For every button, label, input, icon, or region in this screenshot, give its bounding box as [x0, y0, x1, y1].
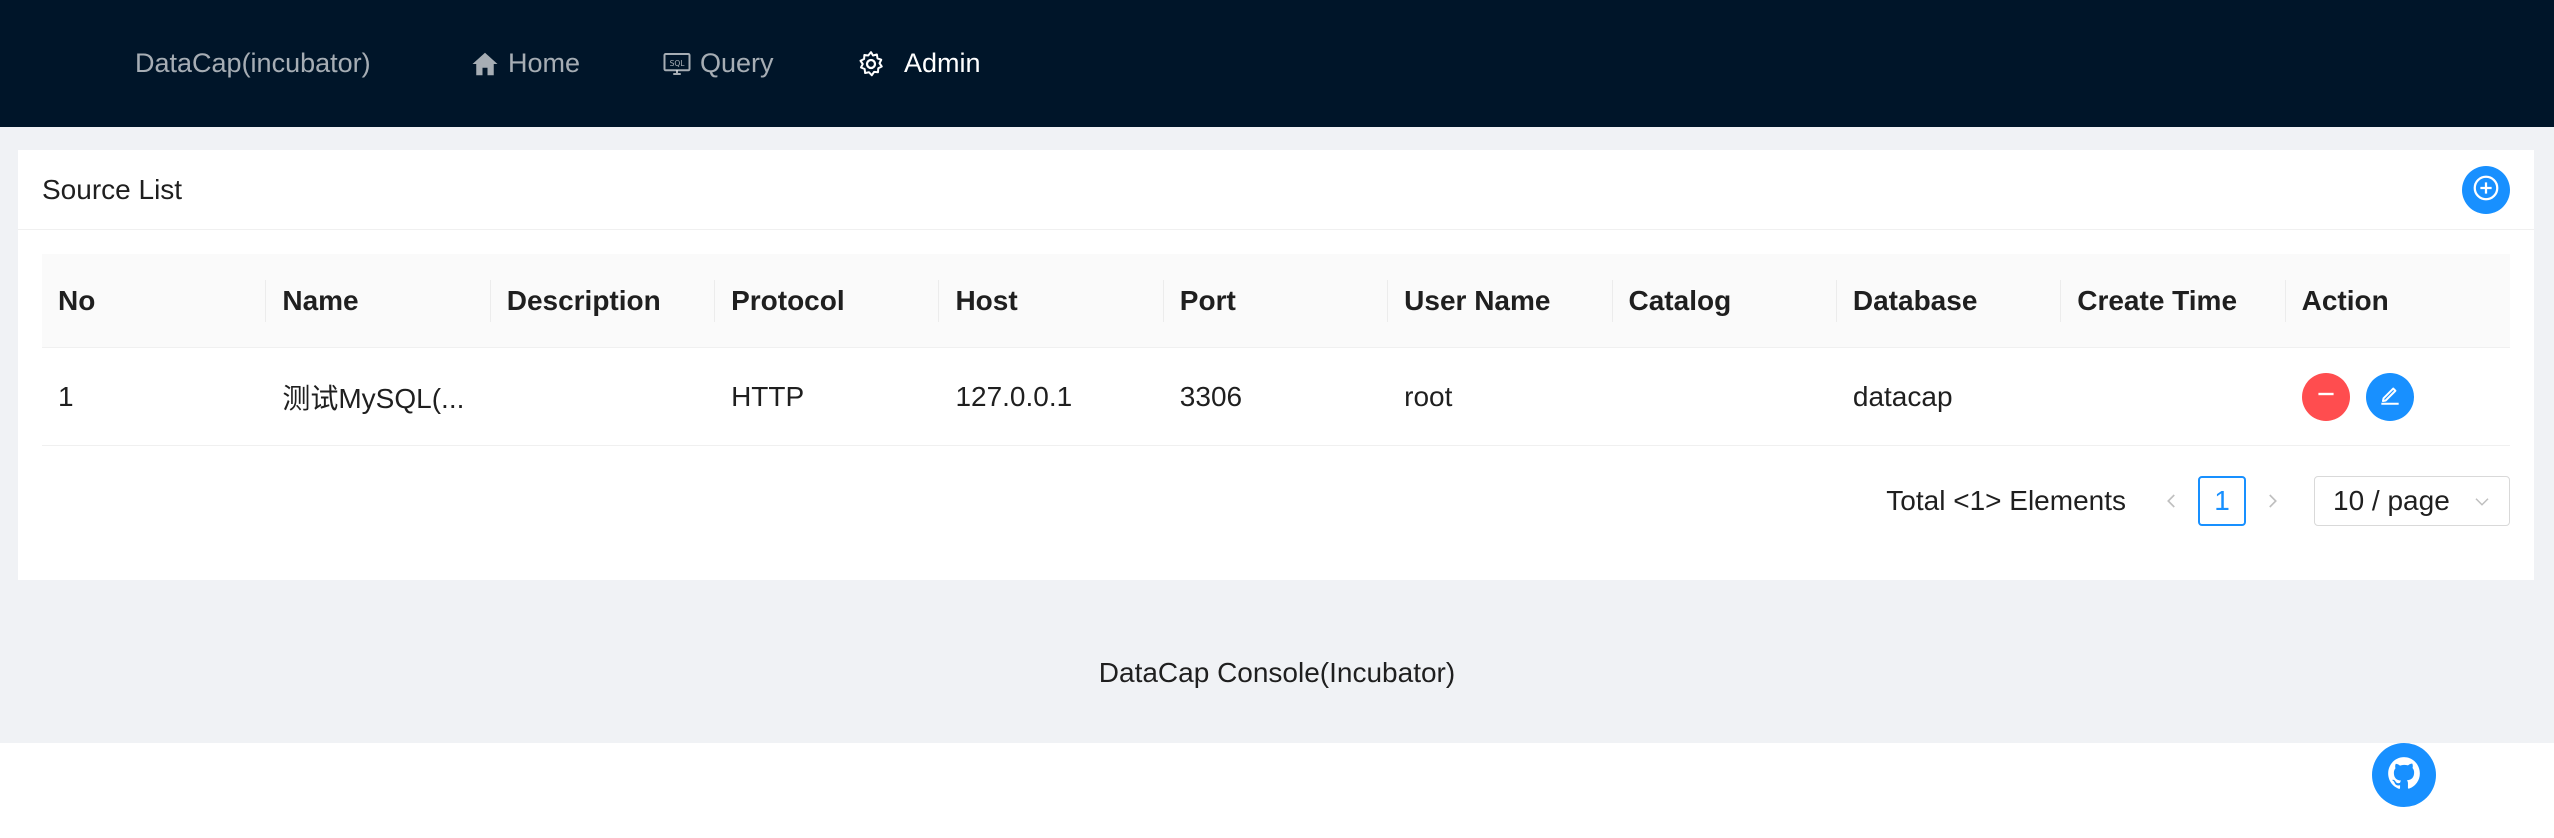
brand-logo-text[interactable]: DataCap(incubator) [135, 0, 371, 127]
nav-label: Admin [904, 48, 981, 78]
column-header-no: No [42, 254, 267, 348]
cell-name: 测试MySQL(... [282, 383, 465, 414]
nav-item-home[interactable]: Home [470, 0, 580, 127]
card-title: Source List [42, 174, 183, 205]
gear-icon [856, 49, 886, 79]
source-list-card: Source List No Name Description Protocol… [18, 150, 2534, 580]
nav-item-admin[interactable]: Admin [856, 0, 981, 127]
minus-icon [2313, 381, 2339, 414]
prev-page-button[interactable] [2156, 476, 2188, 526]
cell-create-time [2061, 348, 2285, 446]
card-header: Source List [18, 150, 2534, 230]
top-nav-bar: DataCap(incubator) Home SQL Query Admin [0, 0, 2554, 127]
cell-database: datacap [1852, 381, 1953, 412]
column-header-username: User Name [1388, 254, 1613, 348]
plus-circle-icon [2471, 173, 2501, 208]
footer-text: DataCap Console(Incubator) [1098, 657, 1456, 688]
column-header-protocol: Protocol [715, 254, 940, 348]
page-size-select[interactable]: 10 / page [2314, 476, 2510, 526]
sql-monitor-icon: SQL [662, 49, 692, 79]
table-row: 1 测试MySQL(... HTTP 127.0.0.1 3306 root d… [42, 348, 2510, 446]
column-header-host: Host [939, 254, 1165, 348]
next-page-button[interactable] [2256, 476, 2288, 526]
cell-actions [2286, 348, 2510, 446]
pagination: Total <1> Elements 1 10 / page [1886, 476, 2510, 526]
cell-username: root [1404, 381, 1453, 412]
edit-icon [2377, 381, 2403, 414]
footer: DataCap Console(Incubator) [0, 633, 2554, 713]
column-header-name: Name [266, 254, 492, 348]
chevron-right-icon [2263, 486, 2281, 517]
column-header-create-time: Create Time [2061, 254, 2286, 348]
source-table: No Name Description Protocol Host Port U… [42, 254, 2510, 446]
column-header-description: Description [491, 254, 716, 348]
github-icon [2385, 754, 2423, 797]
nav-label: Query [700, 48, 774, 78]
page-number-button[interactable]: 1 [2198, 476, 2246, 526]
column-header-action: Action [2301, 285, 2389, 316]
chevron-down-icon [2473, 485, 2491, 517]
cell-catalog [1613, 348, 1837, 446]
column-header-database: Database [1837, 254, 2062, 348]
cell-no: 1 [58, 381, 74, 412]
edit-source-button[interactable] [2365, 373, 2414, 421]
svg-text:SQL: SQL [670, 58, 686, 67]
chevron-left-icon [2163, 486, 2181, 517]
delete-source-button[interactable] [2301, 373, 2350, 421]
cell-description [491, 348, 715, 446]
github-button[interactable] [2372, 743, 2436, 807]
nav-label: Home [508, 48, 581, 78]
add-source-button[interactable] [2462, 166, 2510, 214]
table-header-row: No Name Description Protocol Host Port U… [42, 254, 2510, 348]
home-icon [470, 49, 500, 79]
pagination-total: Total <1> Elements [1886, 485, 2126, 516]
cell-protocol: HTTP [731, 381, 805, 412]
column-header-catalog: Catalog [1613, 254, 1838, 348]
cell-host: 127.0.0.1 [955, 381, 1073, 412]
nav-item-query[interactable]: SQL Query [662, 0, 774, 127]
cell-port: 3306 [1179, 381, 1243, 412]
column-header-port: Port [1164, 254, 1389, 348]
page-size-value: 10 / page [2333, 485, 2450, 516]
